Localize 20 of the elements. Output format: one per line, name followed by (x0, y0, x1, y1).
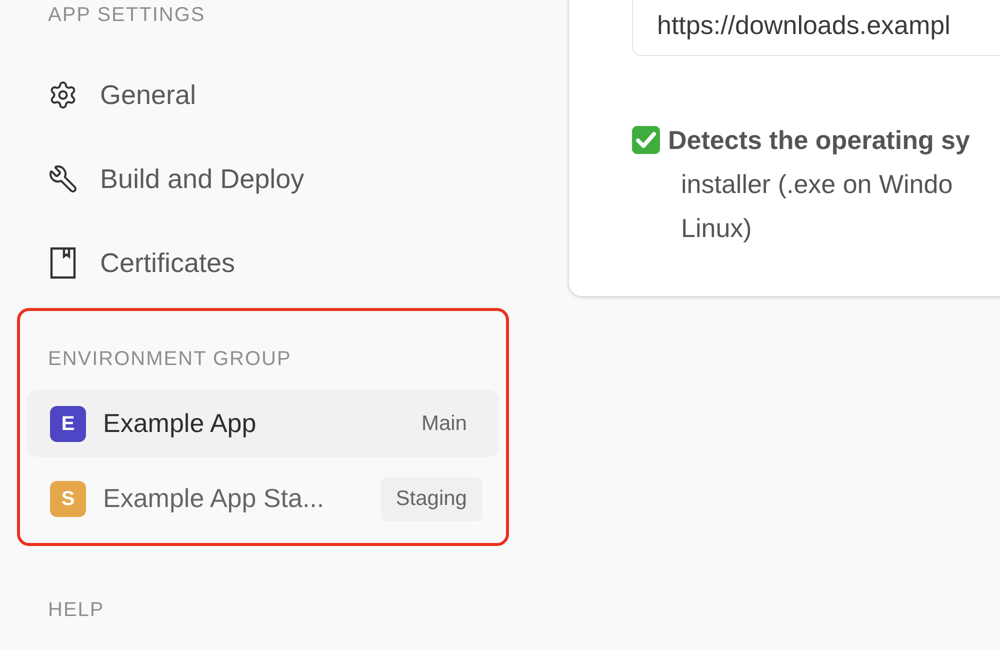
check-icon (632, 126, 660, 154)
feature-title: Detects the operating sy (668, 124, 970, 157)
section-heading: HELP (48, 598, 106, 622)
environment-badge: Staging (380, 476, 482, 520)
environment-item[interactable]: E Example App Main (27, 390, 499, 457)
environment-item[interactable]: S Example App Sta... Staging (27, 465, 499, 532)
app-avatar: E (50, 406, 86, 442)
url-field[interactable]: https://downloads.exampl (632, 0, 1000, 56)
wrench-icon (48, 164, 78, 194)
nav-link[interactable]: Build and Deploy (100, 160, 304, 198)
app-name: Example App Sta... (103, 482, 324, 515)
nav-link[interactable]: General (100, 76, 196, 114)
feature-description: installer (.exe on Windo Linux) (681, 168, 954, 245)
section-heading: ENVIRONMENT GROUP (48, 347, 292, 371)
section-heading: APP SETTINGS (48, 3, 206, 27)
settings-icon (48, 80, 78, 110)
app-avatar: S (50, 480, 86, 516)
book-icon (50, 247, 76, 279)
app-name: Example App (103, 407, 256, 440)
nav-link[interactable]: Certificates (100, 244, 236, 282)
